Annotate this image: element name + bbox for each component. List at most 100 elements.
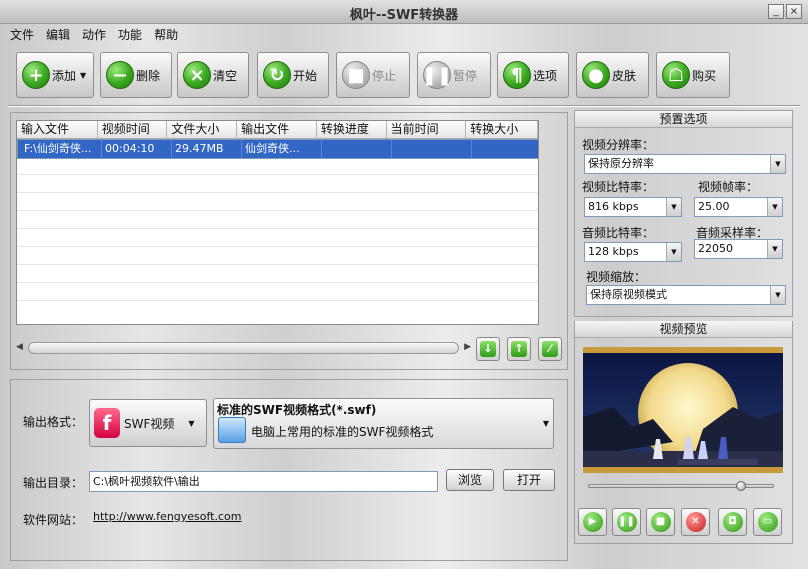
framerate-select[interactable]: 25.00 ▼ bbox=[694, 197, 783, 217]
start-label: 开始 bbox=[293, 68, 318, 83]
format-description: 电脑上常用的标准的SWF视频格式 bbox=[251, 425, 434, 439]
chevron-down-icon[interactable]: ▼ bbox=[770, 155, 785, 173]
menu-function[interactable]: 功能 bbox=[116, 24, 148, 44]
move-up-button[interactable]: ↑ bbox=[507, 337, 531, 361]
column-header[interactable]: 视频时间 bbox=[98, 121, 168, 138]
snapshot-button[interactable]: ◘ bbox=[718, 508, 747, 536]
chevron-down-icon[interactable]: ▼ bbox=[767, 198, 782, 216]
framerate-value: 25.00 bbox=[698, 200, 730, 213]
pause-preview-button[interactable]: ❚❚ bbox=[612, 508, 641, 536]
table-cell: 仙剑奇侠... bbox=[242, 140, 322, 158]
video-preview bbox=[583, 347, 783, 473]
column-header[interactable]: 输入文件 bbox=[17, 121, 98, 138]
horizontal-scrollbar[interactable]: ◀ ▶ bbox=[16, 339, 471, 355]
format-description-dropdown[interactable]: 标准的SWF视频格式(*.swf) 电脑上常用的标准的SWF视频格式 ▼ bbox=[213, 398, 554, 449]
options-label: 选项 bbox=[533, 68, 558, 83]
zoom-value: 保持原视频模式 bbox=[590, 288, 667, 301]
clear-x-icon: × bbox=[183, 61, 211, 89]
table-row-empty bbox=[17, 247, 538, 265]
folder-icon bbox=[218, 417, 246, 443]
stop-label: 停止 bbox=[372, 68, 397, 83]
resolution-select[interactable]: 保持原分辨率 ▼ bbox=[584, 154, 786, 174]
delete-label: 删除 bbox=[136, 68, 161, 83]
dropdown-arrow-icon[interactable]: ▼ bbox=[80, 71, 86, 80]
menu-action[interactable]: 动作 bbox=[80, 24, 112, 44]
dropdown-arrow-icon[interactable]: ▼ bbox=[543, 419, 549, 428]
menu-help[interactable]: 帮助 bbox=[152, 24, 184, 44]
edit-slash-icon: ⁄ bbox=[542, 341, 558, 357]
menu-bar: 文件 编辑 动作 功能 帮助 bbox=[0, 24, 188, 44]
column-header[interactable]: 转换进度 bbox=[317, 121, 387, 138]
skin-label: 皮肤 bbox=[612, 68, 637, 83]
dropdown-arrow-icon[interactable]: ▼ bbox=[188, 419, 194, 428]
column-header[interactable]: 当前时间 bbox=[387, 121, 467, 138]
scroll-left-icon[interactable]: ◀ bbox=[16, 342, 23, 352]
table-row-empty bbox=[17, 229, 538, 247]
add-button[interactable]: + 添加 ▼ bbox=[16, 52, 94, 98]
column-header[interactable]: 输出文件 bbox=[237, 121, 317, 138]
close-button[interactable]: × bbox=[786, 4, 802, 19]
pause-icon: ❚❚ bbox=[422, 61, 452, 89]
play-button[interactable]: ▶ bbox=[578, 508, 607, 536]
preview-header: 视频预览 bbox=[575, 321, 792, 338]
chevron-down-icon[interactable]: ▼ bbox=[666, 243, 681, 261]
options-button[interactable]: ¶ 选项 bbox=[497, 52, 569, 98]
column-header[interactable]: 转换大小 bbox=[466, 121, 538, 138]
clear-button[interactable]: × 清空 bbox=[177, 52, 249, 98]
stop-icon: ■ bbox=[650, 512, 671, 532]
stop-preview-button[interactable]: ■ bbox=[646, 508, 675, 536]
move-down-button[interactable]: ↓ bbox=[476, 337, 500, 361]
plus-icon: + bbox=[22, 61, 50, 89]
delete-button[interactable]: − 删除 bbox=[100, 52, 172, 98]
presets-header: 预置选项 bbox=[575, 111, 792, 128]
video-frame-image bbox=[583, 347, 783, 473]
buy-button[interactable]: ☖ 购买 bbox=[656, 52, 730, 98]
table-cell bbox=[322, 140, 392, 158]
menu-file[interactable]: 文件 bbox=[8, 24, 40, 44]
minimize-button[interactable]: _ bbox=[768, 4, 784, 19]
refresh-icon: ↻ bbox=[263, 61, 291, 89]
stop-icon: ■ bbox=[342, 61, 370, 89]
start-button[interactable]: ↻ 开始 bbox=[257, 52, 329, 98]
samplerate-value: 22050 bbox=[698, 242, 733, 255]
edit-button[interactable]: ⁄ bbox=[538, 337, 562, 361]
menu-edit[interactable]: 编辑 bbox=[44, 24, 76, 44]
table-row-empty bbox=[17, 175, 538, 193]
open-button[interactable]: 打开 bbox=[503, 469, 555, 491]
video-bitrate-select[interactable]: 816 kbps ▼ bbox=[584, 197, 682, 217]
video-bitrate-value: 816 kbps bbox=[588, 200, 639, 213]
audio-bitrate-select[interactable]: 128 kbps ▼ bbox=[584, 242, 682, 262]
table-row-empty bbox=[17, 283, 538, 301]
samplerate-select[interactable]: 22050 ▼ bbox=[694, 239, 783, 259]
chevron-down-icon[interactable]: ▼ bbox=[770, 286, 785, 304]
audio-bitrate-label: 音频比特率： bbox=[582, 226, 655, 240]
stop-button[interactable]: ■ 停止 bbox=[336, 52, 410, 98]
mute-button[interactable]: ✕ bbox=[681, 508, 710, 536]
pause-button[interactable]: ❚❚ 暂停 bbox=[417, 52, 491, 98]
seek-bar[interactable] bbox=[588, 484, 774, 488]
browse-button[interactable]: 浏览 bbox=[446, 469, 494, 491]
audio-bitrate-value: 128 kbps bbox=[588, 245, 639, 258]
chevron-down-icon[interactable]: ▼ bbox=[767, 240, 782, 258]
resolution-label: 视频分辨率： bbox=[582, 138, 655, 152]
website-link[interactable]: http://www.fengyesoft.com bbox=[93, 510, 242, 523]
flash-icon: f bbox=[94, 408, 120, 438]
seek-knob[interactable] bbox=[735, 481, 746, 491]
folder-icon: ▭ bbox=[757, 512, 778, 532]
website-label: 软件网站： bbox=[23, 513, 84, 527]
file-table[interactable]: 输入文件 视频时间 文件大小 输出文件 转换进度 当前时间 转换大小 F:\仙剑… bbox=[16, 120, 539, 325]
scroll-right-icon[interactable]: ▶ bbox=[464, 342, 471, 352]
scroll-thumb[interactable] bbox=[28, 342, 459, 354]
toolbar-divider bbox=[8, 105, 800, 107]
table-cell: F:\仙剑奇侠... bbox=[21, 140, 102, 158]
open-folder-button[interactable]: ▭ bbox=[753, 508, 782, 536]
format-title: 标准的SWF视频格式(*.swf) bbox=[217, 403, 377, 417]
chevron-down-icon[interactable]: ▼ bbox=[666, 198, 681, 216]
output-dir-input[interactable]: C:\枫叶视频软件\输出 bbox=[89, 471, 438, 492]
skin-button[interactable]: ● 皮肤 bbox=[576, 52, 649, 98]
column-header[interactable]: 文件大小 bbox=[167, 121, 238, 138]
play-icon: ▶ bbox=[582, 512, 603, 532]
zoom-select[interactable]: 保持原视频模式 ▼ bbox=[586, 285, 786, 305]
table-row[interactable]: F:\仙剑奇侠... 00:04:10 29.47MB 仙剑奇侠... bbox=[17, 139, 538, 159]
format-select-button[interactable]: f SWF视频 ▼ bbox=[89, 399, 207, 447]
